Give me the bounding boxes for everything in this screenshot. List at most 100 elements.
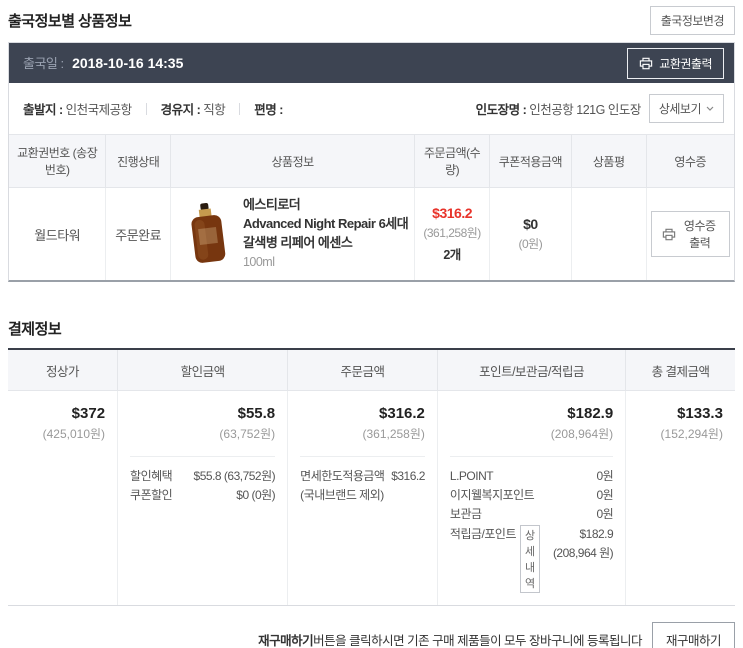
ezwel-points-value: 0원 xyxy=(596,488,614,503)
print-receipt-label: 영수증출력 xyxy=(683,219,716,250)
coupon-amount-cell: $0 (0원) xyxy=(488,188,571,280)
product-name: Advanced Night Repair 6세대 갈색병 리페어 에센스 xyxy=(242,216,409,250)
savings-detail-button[interactable]: 상세내역 xyxy=(519,524,540,593)
pickup-info: 인도장명 : 인천공항 121G 인도장 상세보기 xyxy=(476,94,724,123)
total-amount: $133.3 (152,294원) xyxy=(638,405,723,442)
savings-value: $182.9 (208,964 원) xyxy=(552,526,614,560)
col-header-product-info: 상품정보 xyxy=(169,135,414,187)
origin-label: 출발지 : xyxy=(23,103,63,117)
product-table-header: 교환권번호 (송장번호) 진행상태 상품정보 주문금액(수량) 쿠폰적용금액 상… xyxy=(9,135,734,188)
savings-label: 적립금/포인트 xyxy=(449,526,517,541)
duty-free-limit-line1: 면세한도적용금액 xyxy=(300,469,385,483)
print-receipt-button[interactable]: 영수증출력 xyxy=(650,211,730,257)
points-krw: (208,964원) xyxy=(550,427,614,441)
flight-info-left: 출발지 : 인천국제공항 경유지 : 직항 편명 : xyxy=(23,99,283,118)
lpoint-row: L.POINT 0원 xyxy=(449,467,614,486)
order-krw: (361,258원) xyxy=(423,226,481,240)
payment-table-body: $372 (425,010원) $55.8 (63,752원) 할인혜택 $55… xyxy=(8,391,735,605)
pickup-value: 인천공항 121G 인도장 xyxy=(529,103,641,117)
section1-header: 출국정보별 상품정보 출국정보변경 xyxy=(8,6,735,35)
flight-info-row: 출발지 : 인천국제공항 경유지 : 직항 편명 : 인도장명 : 인천공항 1… xyxy=(9,83,734,135)
print-voucher-button[interactable]: 교환권출력 xyxy=(627,47,724,79)
total-col: $133.3 (152,294원) xyxy=(625,391,735,605)
order-amount-amount: $316.2 (361,258원) xyxy=(300,405,425,442)
payment-section-title: 결제정보 xyxy=(8,321,62,338)
col-header-total: 총 결제금액 xyxy=(625,350,735,390)
repurchase-row: 재구매하기버튼을 클릭하시면 기존 구매 제품들이 모두 장바구니에 등록됩니다… xyxy=(8,621,735,648)
lpoint-value: 0원 xyxy=(596,469,614,483)
print-voucher-label: 교환권출력 xyxy=(659,56,712,71)
total-krw: (152,294원) xyxy=(660,427,723,441)
discount-benefit-value: $55.8 (63,752원) xyxy=(193,469,276,483)
savings-points-row: 적립금/포인트 상세내역 $182.9 (208,964 원) xyxy=(449,524,614,593)
order-amount-col: $316.2 (361,258원) 면세한도적용금액 (국내브랜드 제외) $3… xyxy=(287,391,437,605)
points-usd: $182.9 xyxy=(567,405,614,422)
divider xyxy=(239,102,241,115)
col-header-normal-price: 정상가 xyxy=(46,364,80,379)
discount-col: $55.8 (63,752원) 할인혜택 $55.8 (63,752원) 쿠폰할… xyxy=(117,391,287,605)
ezwel-points-row: 이지웰복지포인트 0원 xyxy=(450,486,614,505)
product-brand: 에스티로더 xyxy=(242,197,301,213)
departure-date-label: 출국일 : xyxy=(23,56,64,71)
col-header-coupon-amount: 쿠폰적용금액 xyxy=(488,135,571,187)
flight-number-item: 편명 : xyxy=(254,99,283,118)
deposit-row: 보관금 0원 xyxy=(449,505,614,524)
points-col: $182.9 (208,964원) L.POINT 0원 이지웰복지포인트 0원… xyxy=(436,391,625,605)
discount-benefit-label: 할인혜택 xyxy=(130,469,173,483)
product-table-row: 월드타워 주문완료 에스티로더 Advanced Night Repair 6세… xyxy=(9,188,734,280)
via-item: 경유지 : 직항 xyxy=(161,99,226,118)
repurchase-button[interactable]: 재구매하기 xyxy=(651,621,735,648)
payment-table-header: 정상가 할인금액 주문금액 포인트/보관금/적립금 총 결제금액 xyxy=(8,350,735,391)
col-header-order-amount: 주문금액(수량) xyxy=(414,135,489,187)
pickup-detail-label: 상세보기 xyxy=(658,102,702,116)
receipt-cell: 영수증출력 xyxy=(645,188,734,280)
normal-price-usd: $372 xyxy=(71,405,106,422)
pickup-detail-button[interactable]: 상세보기 xyxy=(648,94,724,123)
page-title: 출국정보별 상품정보 xyxy=(8,13,132,30)
repurchase-bold: 재구매하기 xyxy=(258,633,314,648)
col-header-order-amount: 주문금액 xyxy=(287,350,437,390)
via-value: 직항 xyxy=(203,103,226,117)
duty-free-limit-detail: 면세한도적용금액 (국내브랜드 제외) $316.2 xyxy=(300,456,425,505)
deposit-label: 보관금 xyxy=(449,507,482,522)
order-box: 출국일 : 2018-10-16 14:35 교환권출력 출발지 : 인천국제공… xyxy=(8,42,735,282)
normal-price-col: $372 (425,010원) xyxy=(8,391,117,605)
order-amount-krw: (361,258원) xyxy=(362,427,425,441)
origin-value: 인천국제공항 xyxy=(65,103,133,117)
order-qty: 2개 xyxy=(443,248,461,262)
departure-date-value: 2018-10-16 14:35 xyxy=(72,55,184,71)
deposit-value: 0원 xyxy=(596,507,614,522)
total-usd: $133.3 xyxy=(677,405,723,422)
coupon-discount-label: 쿠폰할인 xyxy=(130,488,173,503)
order-detail-page: 출국정보별 상품정보 출국정보변경 출국일 : 2018-10-16 14:35… xyxy=(0,0,743,648)
product-info-cell: 에스티로더 Advanced Night Repair 6세대 갈색병 리페어 … xyxy=(169,188,414,280)
pickup-label: 인도장명 : xyxy=(475,103,527,117)
repurchase-text: 재구매하기버튼을 클릭하시면 기존 구매 제품들이 모두 장바구니에 등록됩니다 xyxy=(258,630,642,648)
payment-table: 정상가 할인금액 주문금액 포인트/보관금/적립금 총 결제금액 $372 (4… xyxy=(8,348,735,606)
review-cell xyxy=(570,188,646,280)
coupon-discount-row: 쿠폰할인 $0 (0원) xyxy=(130,486,276,505)
duty-free-limit-row: 면세한도적용금액 (국내브랜드 제외) $316.2 xyxy=(300,467,425,505)
printer-icon xyxy=(662,228,676,241)
via-label: 경유지 : xyxy=(160,103,201,117)
departure-date: 출국일 : 2018-10-16 14:35 xyxy=(23,53,183,73)
change-departure-info-button[interactable]: 출국정보변경 xyxy=(649,6,735,35)
discount-detail: 할인혜택 $55.8 (63,752원) 쿠폰할인 $0 (0원) xyxy=(130,456,276,505)
duty-free-limit-label: 면세한도적용금액 (국내브랜드 제외) xyxy=(300,467,385,505)
col-header-points: 포인트/보관금/적립금 xyxy=(436,350,625,390)
savings-label-group: 적립금/포인트 상세내역 xyxy=(449,524,540,593)
status-cell: 주문완료 xyxy=(105,188,170,280)
flight-number-label: 편명 : xyxy=(254,103,283,117)
col-header-receipt: 영수증 xyxy=(645,135,734,187)
coupon-krw: (0원) xyxy=(518,237,543,251)
origin-item: 출발지 : 인천국제공항 xyxy=(23,99,132,118)
duty-free-limit-value: $316.2 xyxy=(391,469,425,483)
col-header-discount: 할인금액 xyxy=(117,350,287,390)
normal-price-amount: $372 (425,010원) xyxy=(20,405,105,442)
normal-price-krw: (425,010원) xyxy=(42,427,106,441)
discount-benefit-row: 할인혜택 $55.8 (63,752원) xyxy=(130,467,276,486)
discount-krw: (63,752원) xyxy=(219,427,276,441)
order-usd: $316.2 xyxy=(432,205,472,221)
duty-free-limit-line2: (국내브랜드 제외) xyxy=(300,488,384,503)
lpoint-label: L.POINT xyxy=(449,469,494,483)
